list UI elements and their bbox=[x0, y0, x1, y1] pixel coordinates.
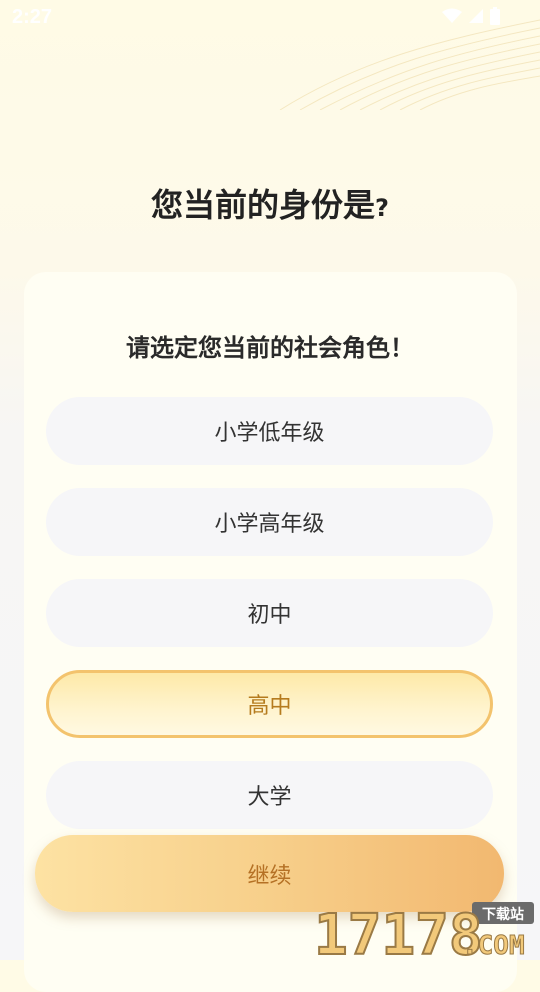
page-title: 您当前的身份是? bbox=[0, 180, 540, 226]
option-label: 小学高年级 bbox=[214, 512, 325, 537]
option-label: 初中 bbox=[247, 603, 292, 628]
option-label: 高中 bbox=[247, 694, 292, 719]
status-icons bbox=[442, 7, 500, 25]
option-senior-high[interactable]: 高中 bbox=[46, 670, 493, 738]
option-university[interactable]: 大学 bbox=[46, 761, 493, 829]
watermark-suffix: .COM bbox=[462, 931, 525, 958]
option-label: 小学低年级 bbox=[214, 421, 325, 446]
option-primary-upper[interactable]: 小学高年级 bbox=[46, 488, 493, 556]
page-title-text: 您当前的身份是 bbox=[151, 186, 376, 224]
watermark-numbers: 17178 bbox=[314, 903, 483, 958]
wifi-icon bbox=[442, 8, 462, 23]
status-time: 2:27 bbox=[12, 6, 53, 28]
card-subtitle: 请选定您当前的社会角色！ bbox=[126, 334, 414, 362]
continue-button-label: 继续 bbox=[247, 863, 292, 889]
signal-icon bbox=[469, 9, 483, 23]
page-title-mark: ? bbox=[375, 194, 389, 222]
battery-icon bbox=[490, 7, 500, 25]
option-junior-high[interactable]: 初中 bbox=[46, 579, 493, 647]
site-watermark-logo: 下载站 17178 .COM bbox=[313, 902, 534, 958]
status-bar: 2:27 bbox=[0, 0, 540, 38]
option-label: 大学 bbox=[247, 785, 292, 810]
watermark-tag: 下载站 bbox=[482, 906, 524, 923]
option-primary-lower[interactable]: 小学低年级 bbox=[46, 397, 493, 465]
